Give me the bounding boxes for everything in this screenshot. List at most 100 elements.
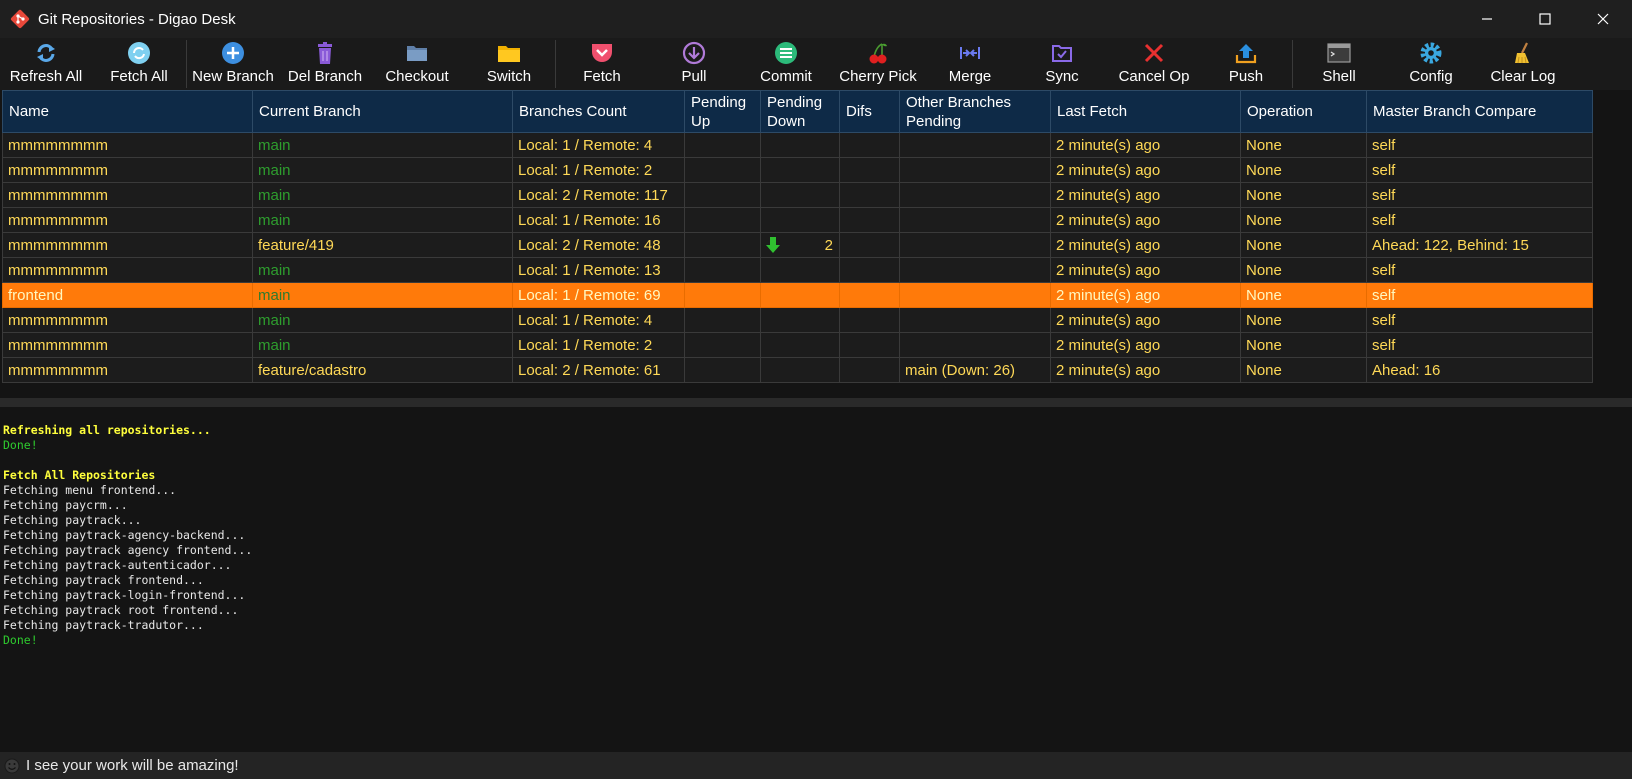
cell-pending-down: 2 [760, 232, 840, 258]
table-row[interactable]: mmmmmmmm feature/cadastro Local: 2 / Rem… [2, 357, 1593, 383]
cell-current-branch: main [252, 332, 513, 358]
table-row-selected[interactable]: frontend main Local: 1 / Remote: 69 2 mi… [2, 282, 1593, 308]
column-header-last-fetch[interactable]: Last Fetch [1050, 90, 1241, 133]
cell-pending-down [760, 182, 840, 208]
smiley-icon [4, 758, 20, 773]
pocket-icon [590, 41, 614, 65]
cell-branches-count: Local: 2 / Remote: 117 [512, 182, 685, 208]
cell-name: mmmmmmmm [2, 232, 253, 258]
cell-pending-up [684, 232, 761, 258]
switch-button[interactable]: Switch [463, 38, 555, 90]
del-branch-button[interactable]: Del Branch [279, 38, 371, 90]
log-line: Fetching menu frontend... [3, 483, 177, 497]
panel-splitter[interactable] [0, 398, 1632, 407]
checkout-button[interactable]: Checkout [371, 38, 463, 90]
refresh-all-button[interactable]: Refresh All [0, 38, 92, 90]
cell-current-branch: main [252, 257, 513, 283]
close-button[interactable] [1574, 0, 1632, 38]
merge-button[interactable]: Merge [924, 38, 1016, 90]
fetch-button[interactable]: Fetch [556, 38, 648, 90]
cherry-pick-button[interactable]: Cherry Pick [832, 38, 924, 90]
cell-other-branches [899, 332, 1051, 358]
clear-log-button[interactable]: Clear Log [1477, 38, 1569, 90]
shell-button[interactable]: Shell [1293, 38, 1385, 90]
log-line: Done! [3, 438, 38, 452]
log-line: Fetching paytrack... [3, 513, 142, 527]
cell-pending-up [684, 132, 761, 158]
commit-button[interactable]: Commit [740, 38, 832, 90]
cell-current-branch: main [252, 282, 513, 308]
checkout-icon [405, 41, 429, 65]
push-button[interactable]: Push [1200, 38, 1292, 90]
config-button[interactable]: Config [1385, 38, 1477, 90]
cell-difs [839, 182, 900, 208]
column-header-current-branch[interactable]: Current Branch [252, 90, 513, 133]
cell-name: mmmmmmmm [2, 307, 253, 333]
window-title: Git Repositories - Digao Desk [38, 10, 236, 28]
cell-current-branch: main [252, 132, 513, 158]
cell-difs [839, 332, 900, 358]
cell-last-fetch: 2 minute(s) ago [1050, 332, 1241, 358]
pull-button[interactable]: Pull [648, 38, 740, 90]
column-header-pending-down[interactable]: Pending Down [760, 90, 840, 133]
cell-operation: None [1240, 132, 1367, 158]
refresh-icon [34, 41, 58, 65]
table-row[interactable]: mmmmmmmm main Local: 1 / Remote: 16 2 mi… [2, 207, 1593, 233]
cell-branches-count: Local: 1 / Remote: 2 [512, 332, 685, 358]
cell-other-branches [899, 232, 1051, 258]
broom-icon [1511, 41, 1535, 65]
cell-current-branch: main [252, 307, 513, 333]
cell-current-branch: main [252, 182, 513, 208]
column-header-pending-up[interactable]: Pending Up [684, 90, 761, 133]
cell-current-branch: feature/419 [252, 232, 513, 258]
cell-other-branches [899, 207, 1051, 233]
cell-operation: None [1240, 282, 1367, 308]
cell-pending-down [760, 332, 840, 358]
column-header-operation[interactable]: Operation [1240, 90, 1367, 133]
cell-last-fetch: 2 minute(s) ago [1050, 182, 1241, 208]
table-row[interactable]: mmmmmmmm main Local: 1 / Remote: 13 2 mi… [2, 257, 1593, 283]
log-line: Done! [3, 633, 38, 647]
cell-operation: None [1240, 307, 1367, 333]
cell-branches-count: Local: 1 / Remote: 2 [512, 157, 685, 183]
table-row[interactable]: mmmmmmmm feature/419 Local: 2 / Remote: … [2, 232, 1593, 258]
cherry-icon [866, 41, 890, 65]
new-branch-button[interactable]: New Branch [187, 38, 279, 90]
table-row[interactable]: mmmmmmmm main Local: 1 / Remote: 2 2 min… [2, 157, 1593, 183]
log-line: Fetching paytrack root frontend... [3, 603, 239, 617]
column-header-name[interactable]: Name [2, 90, 253, 133]
log-line: Fetching paytrack-agency-backend... [3, 528, 246, 542]
log-line: Fetching paytrack-tradutor... [3, 618, 204, 632]
fetch-all-icon [127, 41, 151, 65]
column-header-master-branch-compare[interactable]: Master Branch Compare [1366, 90, 1593, 133]
cell-master-compare: self [1366, 182, 1593, 208]
cell-master-compare: self [1366, 307, 1593, 333]
cell-other-branches [899, 257, 1051, 283]
sync-button[interactable]: Sync [1016, 38, 1108, 90]
log-lines: Refreshing all repositories... Done! Fet… [3, 423, 252, 648]
cell-pending-down [760, 307, 840, 333]
cell-pending-down [760, 357, 840, 383]
table-row[interactable]: mmmmmmmm main Local: 1 / Remote: 4 2 min… [2, 132, 1593, 158]
cell-other-branches [899, 132, 1051, 158]
maximize-button[interactable] [1516, 0, 1574, 38]
table-row[interactable]: mmmmmmmm main Local: 1 / Remote: 4 2 min… [2, 307, 1593, 333]
log-line: Fetching paycrm... [3, 498, 128, 512]
minimize-button[interactable] [1458, 0, 1516, 38]
pending-down-count: 2 [824, 237, 833, 254]
table-row[interactable]: mmmmmmmm main Local: 2 / Remote: 117 2 m… [2, 182, 1593, 208]
trash-icon [313, 41, 337, 65]
cell-branches-count: Local: 1 / Remote: 4 [512, 307, 685, 333]
cell-operation: None [1240, 257, 1367, 283]
table-row[interactable]: mmmmmmmm main Local: 1 / Remote: 2 2 min… [2, 332, 1593, 358]
arrow-down-icon [766, 237, 780, 253]
column-header-difs[interactable]: Difs [839, 90, 900, 133]
cell-pending-down [760, 282, 840, 308]
column-header-branches-count[interactable]: Branches Count [512, 90, 685, 133]
column-header-other-branches-pending[interactable]: Other Branches Pending [899, 90, 1051, 133]
merge-icon [958, 41, 982, 65]
folder-icon [497, 41, 521, 65]
fetch-all-button[interactable]: Fetch All [92, 38, 186, 90]
cell-last-fetch: 2 minute(s) ago [1050, 232, 1241, 258]
cancel-op-button[interactable]: Cancel Op [1108, 38, 1200, 90]
